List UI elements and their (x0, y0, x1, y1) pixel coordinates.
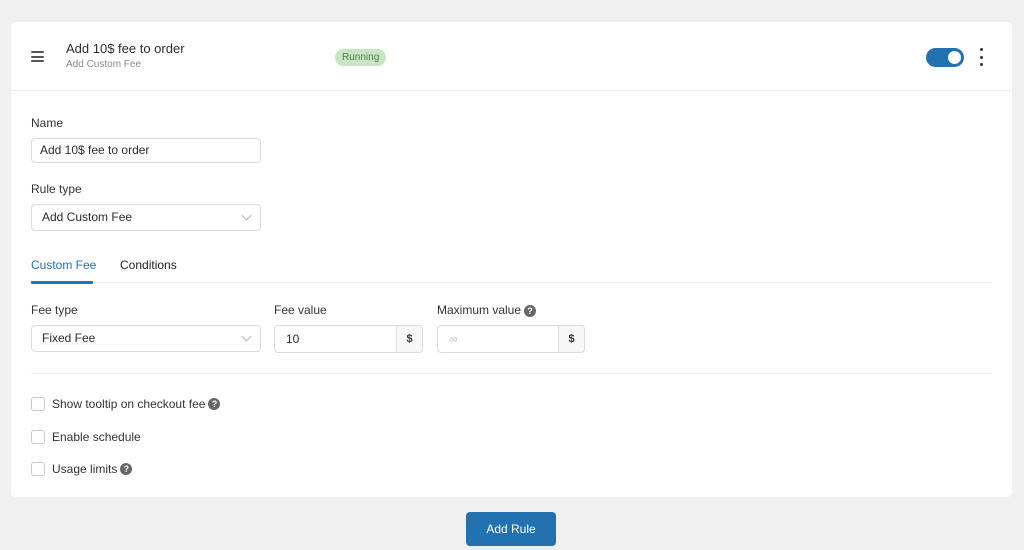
enable-schedule-checkbox[interactable] (31, 430, 45, 444)
enable-schedule-label: Enable schedule (52, 430, 141, 444)
option-show-tooltip[interactable]: Show tooltip on checkout fee ? (31, 397, 221, 411)
status-badge: Running (335, 49, 387, 66)
rule-type-select[interactable]: Add Custom Fee (31, 204, 261, 231)
chevron-down-icon (241, 331, 252, 342)
rule-card: Add 10$ fee to order Add Custom Fee Runn… (11, 22, 1012, 497)
help-icon[interactable]: ? (524, 304, 537, 317)
rule-type-value: Add Custom Fee (42, 210, 133, 224)
max-value-label: Maximum value? (437, 303, 537, 317)
drag-handle-icon[interactable] (31, 51, 44, 62)
chevron-down-icon (241, 210, 252, 221)
max-value-label-text: Maximum value (437, 303, 522, 317)
max-value-input-group: ∞ $ (437, 325, 585, 353)
more-options-icon[interactable] (977, 48, 985, 66)
usage-limits-checkbox[interactable] (31, 462, 45, 476)
fee-value-currency: $ (396, 326, 422, 352)
tab-conditions[interactable]: Conditions (120, 258, 177, 272)
fee-value-input[interactable]: 10 (275, 326, 396, 352)
max-value-input[interactable]: ∞ (438, 326, 558, 352)
show-tooltip-checkbox[interactable] (31, 397, 45, 411)
fee-type-value: Fixed Fee (42, 331, 96, 345)
max-value-currency: $ (558, 326, 584, 352)
fee-value-input-group: 10 $ (274, 325, 423, 353)
rule-title: Add 10$ fee to order (66, 41, 185, 56)
rule-type-label: Rule type (31, 182, 82, 196)
option-usage-limits[interactable]: Usage limits ? (31, 462, 133, 476)
name-input[interactable]: Add 10$ fee to order (31, 138, 261, 163)
active-tab-indicator (31, 281, 93, 284)
help-icon[interactable]: ? (120, 463, 133, 475)
option-enable-schedule[interactable]: Enable schedule (31, 430, 141, 444)
fee-type-select[interactable]: Fixed Fee (31, 325, 261, 352)
show-tooltip-label: Show tooltip on checkout fee (52, 397, 206, 411)
section-divider (31, 373, 992, 374)
toggle-knob (948, 51, 961, 64)
tabs-divider (31, 282, 992, 283)
rule-card-header: Add 10$ fee to order Add Custom Fee Runn… (11, 22, 1012, 91)
name-label: Name (31, 116, 64, 130)
help-icon[interactable]: ? (208, 398, 221, 410)
fee-value-label: Fee value (274, 303, 327, 317)
rule-subtitle: Add Custom Fee (66, 59, 142, 70)
add-rule-button[interactable]: Add Rule (466, 512, 556, 546)
rule-enabled-toggle[interactable] (926, 48, 964, 67)
fee-type-label: Fee type (31, 303, 78, 317)
usage-limits-label: Usage limits (52, 462, 118, 476)
tab-custom-fee[interactable]: Custom Fee (31, 258, 96, 272)
